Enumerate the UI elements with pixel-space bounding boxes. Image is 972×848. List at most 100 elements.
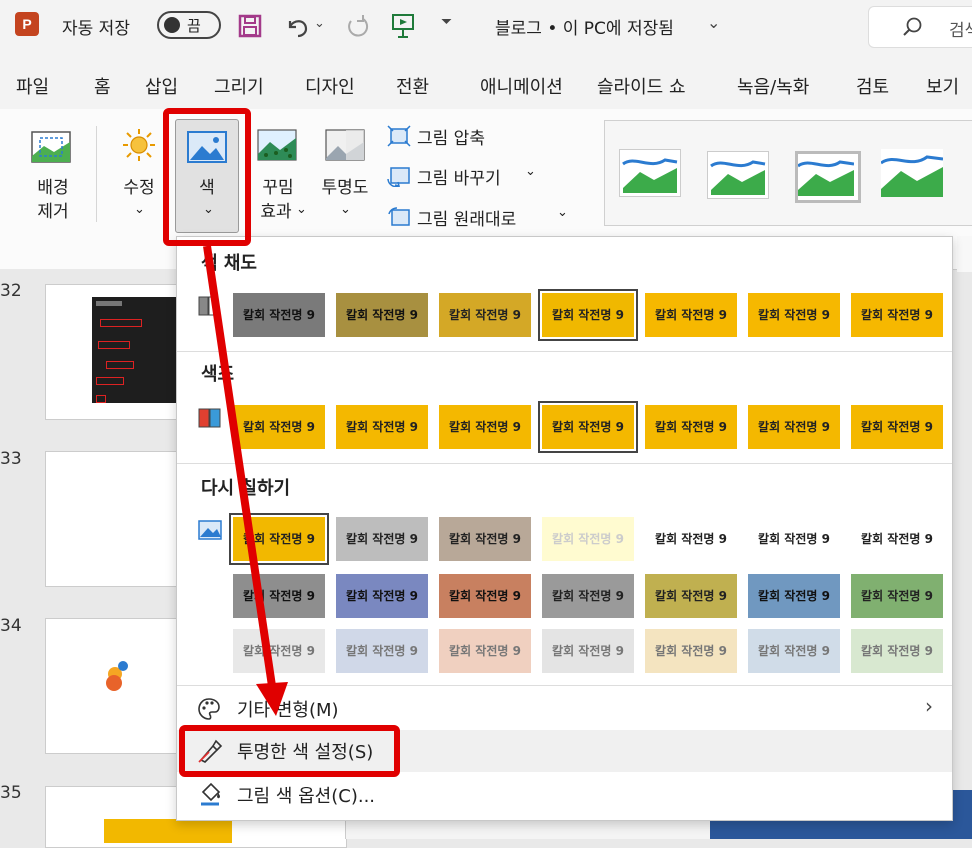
tone-swatch[interactable]: 칼회 작전명 9 — [439, 405, 531, 449]
tab-transitions[interactable]: 전환 — [396, 73, 429, 99]
recolor-swatch[interactable]: 칼회 작전명 9 — [748, 629, 840, 673]
reset-picture-button[interactable]: 그림 원래대로 ⌄ — [387, 203, 587, 231]
recolor-swatch[interactable]: 칼회 작전명 9 — [748, 517, 840, 561]
change-picture-button[interactable]: 그림 바꾸기 ⌄ — [387, 162, 587, 190]
tab-draw[interactable]: 그리기 — [214, 73, 264, 99]
saturation-swatch[interactable]: 칼회 작전명 9 — [851, 293, 943, 337]
powerpoint-logo-icon: P — [15, 12, 39, 36]
tab-file[interactable]: 파일 — [16, 73, 49, 99]
picture-color-options-label: 그림 색 옵션(C)... — [237, 786, 376, 807]
tone-swatch[interactable]: 칼회 작전명 9 — [233, 405, 325, 449]
recolor-swatch[interactable]: 칼회 작전명 9 — [542, 629, 634, 673]
tone-swatch[interactable]: 칼회 작전명 9 — [538, 401, 638, 453]
artistic-label-1: 꾸밈 — [262, 178, 294, 198]
customize-qat-icon[interactable]: ⏷ — [441, 14, 452, 30]
toggle-state: 끔 — [187, 17, 201, 35]
recolor-swatch[interactable]: 칼회 작전명 9 — [542, 517, 634, 561]
recolor-swatch[interactable]: 칼회 작전명 9 — [851, 574, 943, 618]
slide-number: 32 — [0, 281, 22, 301]
recolor-swatch[interactable]: 칼회 작전명 9 — [233, 574, 325, 618]
transparency-chevron-down-icon: ⌄ — [340, 202, 351, 217]
search-placeholder: 검색 — [949, 21, 972, 41]
save-icon[interactable] — [238, 14, 262, 38]
recolor-swatch[interactable]: 칼회 작전명 9 — [645, 574, 737, 618]
saturation-swatch[interactable]: 칼회 작전명 9 — [538, 289, 638, 341]
saturation-swatch[interactable]: 칼회 작전명 9 — [336, 293, 428, 337]
remove-background-button[interactable]: 배경 제거 — [22, 124, 84, 234]
logo-dot — [118, 661, 128, 671]
saturation-swatch[interactable]: 칼회 작전명 9 — [439, 293, 531, 337]
reset-picture-icon — [388, 207, 410, 226]
picture-style-thumb[interactable] — [880, 149, 944, 197]
undo-dropdown-icon[interactable]: ⌄ — [314, 16, 325, 31]
redo-icon[interactable] — [343, 13, 369, 39]
remove-bg-label-2: 제거 — [37, 202, 69, 222]
search-box[interactable]: 검색 — [868, 6, 972, 48]
picture-styles-gallery[interactable] — [604, 120, 972, 226]
ribbon-right-edge — [957, 236, 972, 272]
change-picture-chevron-icon: ⌄ — [525, 164, 536, 179]
picture-color-options-item[interactable]: 그림 색 옵션(C)... — [177, 774, 952, 816]
recolor-swatch[interactable]: 칼회 작전명 9 — [851, 629, 943, 673]
tab-view[interactable]: 보기 — [926, 73, 959, 99]
autosave-toggle[interactable]: 끔 — [157, 11, 221, 39]
slide-number: 34 — [0, 616, 22, 636]
compress-pictures-button[interactable]: 그림 압축 — [387, 122, 587, 150]
more-variations-item[interactable]: 기타 변형(M) › — [177, 688, 952, 730]
tab-insert[interactable]: 삽입 — [145, 73, 178, 99]
saturation-swatch[interactable]: 칼회 작전명 9 — [645, 293, 737, 337]
divider — [177, 463, 952, 464]
recolor-swatch[interactable]: 칼회 작전명 9 — [851, 517, 943, 561]
document-title[interactable]: 블로그 • 이 PC에 저장됨 — [495, 14, 674, 39]
corrections-button[interactable]: 수정 ⌄ — [108, 124, 170, 234]
logo-dot — [106, 675, 122, 691]
highlight-box-set-transparent — [179, 725, 400, 777]
autosave-label: 자동 저장 — [62, 19, 130, 39]
transparency-button[interactable]: 투명도 ⌄ — [314, 124, 376, 234]
tone-swatch[interactable]: 칼회 작전명 9 — [336, 405, 428, 449]
tone-swatch[interactable]: 칼회 작전명 9 — [748, 405, 840, 449]
artistic-chevron-down-icon: ⌄ — [296, 202, 307, 217]
saturation-swatch[interactable]: 칼회 작전명 9 — [748, 293, 840, 337]
slideshow-start-icon[interactable] — [390, 12, 416, 40]
picture-style-thumb[interactable] — [707, 151, 769, 199]
picture-style-thumb[interactable] — [619, 149, 681, 197]
tab-home[interactable]: 홈 — [94, 73, 111, 99]
tab-design[interactable]: 디자인 — [305, 73, 355, 99]
tab-record[interactable]: 녹음/녹화 — [737, 73, 809, 99]
recolor-swatch[interactable]: 칼회 작전명 9 — [233, 629, 325, 673]
color-saturation-heading: 색 채도 — [201, 253, 257, 274]
recolor-swatch[interactable]: 칼회 작전명 9 — [748, 574, 840, 618]
tone-swatch[interactable]: 칼회 작전명 9 — [645, 405, 737, 449]
artistic-effects-icon — [257, 129, 297, 161]
recolor-swatch[interactable]: 칼회 작전명 9 — [336, 574, 428, 618]
recolor-swatch[interactable]: 칼회 작전명 9 — [542, 574, 634, 618]
tab-slideshow[interactable]: 슬라이드 쇼 — [597, 73, 686, 99]
ribbon-divider — [96, 126, 97, 222]
tab-animations[interactable]: 애니메이션 — [480, 73, 563, 99]
tone-swatch[interactable]: 칼회 작전명 9 — [851, 405, 943, 449]
title-chevron-down-icon[interactable]: ⌄ — [707, 13, 720, 32]
recolor-heading: 다시 칠하기 — [201, 478, 291, 499]
recolor-swatch[interactable]: 칼회 작전명 9 — [439, 574, 531, 618]
reset-picture-label: 그림 원래대로 — [417, 210, 517, 230]
recolor-swatch[interactable]: 칼회 작전명 9 — [439, 629, 531, 673]
recolor-swatch[interactable]: 칼회 작전명 9 — [336, 629, 428, 673]
artistic-effects-button[interactable]: 꾸밈 효과 ⌄ — [248, 124, 308, 234]
transparency-label: 투명도 — [321, 178, 369, 198]
tab-review[interactable]: 검토 — [856, 73, 889, 99]
color-tone-heading: 색조 — [201, 364, 235, 385]
recolor-swatch[interactable]: 칼회 작전명 9 — [229, 513, 329, 565]
compress-icon — [387, 125, 411, 147]
slide-number: 33 — [0, 449, 22, 469]
picture-style-thumb[interactable] — [795, 151, 861, 203]
recolor-swatch[interactable]: 칼회 작전명 9 — [336, 517, 428, 561]
tone-icon — [198, 408, 221, 428]
saturation-swatch[interactable]: 칼회 작전명 9 — [233, 293, 325, 337]
recolor-swatch[interactable]: 칼회 작전명 9 — [645, 517, 737, 561]
undo-icon[interactable] — [284, 13, 310, 39]
recolor-swatch[interactable]: 칼회 작전명 9 — [645, 629, 737, 673]
paint-bucket-icon — [201, 782, 221, 806]
recolor-swatch[interactable]: 칼회 작전명 9 — [439, 517, 531, 561]
compress-label: 그림 압축 — [417, 129, 485, 149]
